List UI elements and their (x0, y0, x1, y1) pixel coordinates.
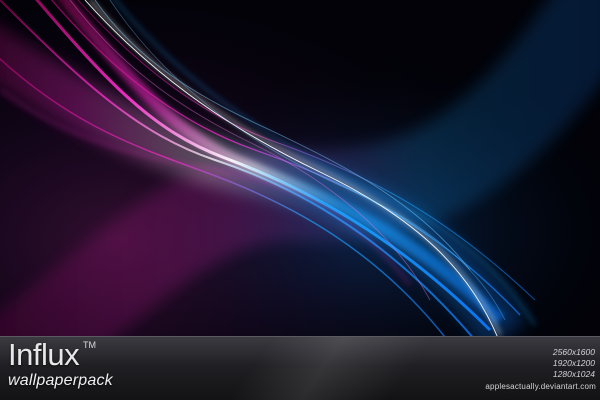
resolution-list: 2560x1600 1920x1200 1280x1024 (495, 347, 595, 380)
trademark-mark: TM (83, 340, 96, 350)
wallpaper-preview: Influx TM wallpaperpack 2560x1600 1920x1… (0, 0, 600, 400)
resolution-item: 2560x1600 (552, 347, 595, 357)
resolution-item: 1280x1024 (552, 369, 595, 379)
wallpaper-title: Influx (8, 337, 80, 372)
bar-highlight (227, 337, 433, 400)
title-block: Influx TM (8, 337, 96, 372)
artist-credit: applesactually.deviantart.com (485, 382, 596, 391)
wallpaper-subtitle: wallpaperpack (8, 372, 113, 389)
resolution-item: 1920x1200 (552, 358, 595, 368)
